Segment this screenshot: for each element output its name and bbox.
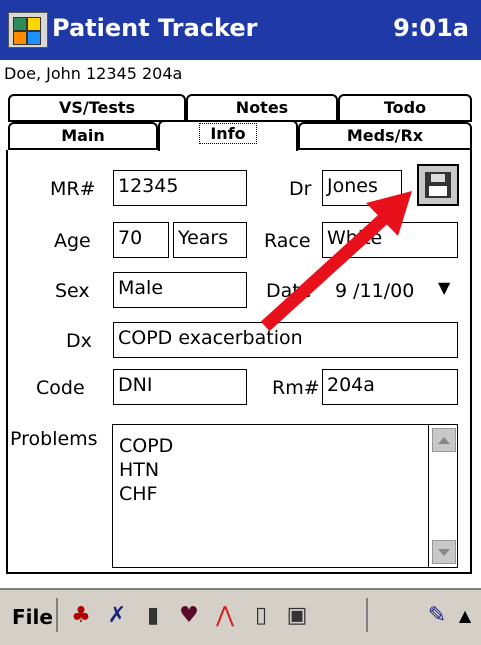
problems-label: Problems	[10, 428, 98, 450]
tab-meds-rx[interactable]: Meds/Rx	[298, 122, 472, 150]
clock: 9:01a	[393, 14, 469, 42]
tab-label: Main	[61, 126, 105, 145]
date-value[interactable]: 9 /11/00	[335, 280, 414, 302]
tab-label: VS/Tests	[58, 98, 136, 117]
person-icon[interactable]: ♣	[68, 602, 94, 630]
chevron-up-icon[interactable]: ▲	[452, 602, 478, 630]
file-menu[interactable]: File	[12, 605, 53, 629]
list-item: CHF	[119, 483, 158, 505]
tab-label: Notes	[235, 98, 289, 117]
divider	[56, 598, 58, 632]
problems-list[interactable]: COPD HTN CHF	[112, 424, 458, 568]
save-icon	[425, 172, 451, 198]
tab-main[interactable]: Main	[8, 122, 158, 150]
list-item: COPD	[119, 435, 174, 457]
pen-icon[interactable]: ✎	[424, 602, 450, 630]
ekg-icon[interactable]: ⋀	[212, 602, 238, 630]
sex-label: Sex	[55, 280, 90, 302]
race-label: Race	[264, 230, 311, 252]
date-label: Date	[266, 280, 312, 302]
test-tube-icon[interactable]: ▮	[140, 602, 166, 630]
tab-label: Meds/Rx	[346, 126, 424, 145]
dr-field[interactable]: Jones	[322, 170, 402, 206]
scroll-up-button[interactable]	[432, 428, 456, 452]
divider	[366, 598, 368, 632]
chevron-down-icon	[438, 549, 450, 556]
heart-icon[interactable]: ♥	[176, 602, 202, 630]
race-field[interactable]: White	[322, 222, 458, 258]
scrollbar[interactable]	[428, 425, 457, 567]
dropdown-arrow-icon[interactable]: ▼	[438, 278, 450, 297]
dx-field[interactable]: COPD exacerbation	[113, 322, 458, 358]
sex-field[interactable]: Male	[113, 272, 247, 308]
app-title: Patient Tracker	[52, 14, 258, 42]
chevron-up-icon	[438, 437, 450, 444]
age-unit-field[interactable]: Years	[173, 222, 247, 258]
age-field[interactable]: 70	[113, 222, 169, 258]
title-bar: Patient Tracker 9:01a	[0, 0, 481, 60]
scroll-down-button[interactable]	[432, 540, 456, 564]
age-label: Age	[54, 230, 91, 252]
mr-field[interactable]: 12345	[113, 170, 247, 206]
dr-label: Dr	[289, 178, 312, 200]
dx-label: Dx	[66, 330, 92, 352]
list-item: HTN	[119, 459, 160, 481]
tab-label: Todo	[383, 98, 427, 117]
rm-label: Rm#	[272, 377, 320, 399]
tab-vs-tests[interactable]: VS/Tests	[8, 94, 186, 122]
patient-summary: Doe, John 12345 204a	[4, 64, 183, 83]
save-button[interactable]	[417, 164, 459, 206]
rm-field[interactable]: 204a	[322, 369, 458, 405]
tab-label: Info	[199, 123, 257, 144]
book-icon[interactable]: ▣	[284, 602, 310, 630]
document-icon[interactable]: ▯	[248, 602, 274, 630]
mr-label: MR#	[50, 178, 96, 200]
tab-todo[interactable]: Todo	[338, 94, 472, 122]
tab-info[interactable]: Info	[158, 120, 298, 151]
code-label: Code	[36, 377, 85, 399]
tab-notes[interactable]: Notes	[186, 94, 338, 122]
code-field[interactable]: DNI	[113, 369, 247, 405]
app-logo-icon	[8, 12, 48, 48]
chart-icon[interactable]: ✗	[104, 602, 130, 630]
bottom-toolbar: File ♣ ✗ ▮ ♥ ⋀ ▯ ▣ ✎ ▲	[0, 588, 481, 645]
